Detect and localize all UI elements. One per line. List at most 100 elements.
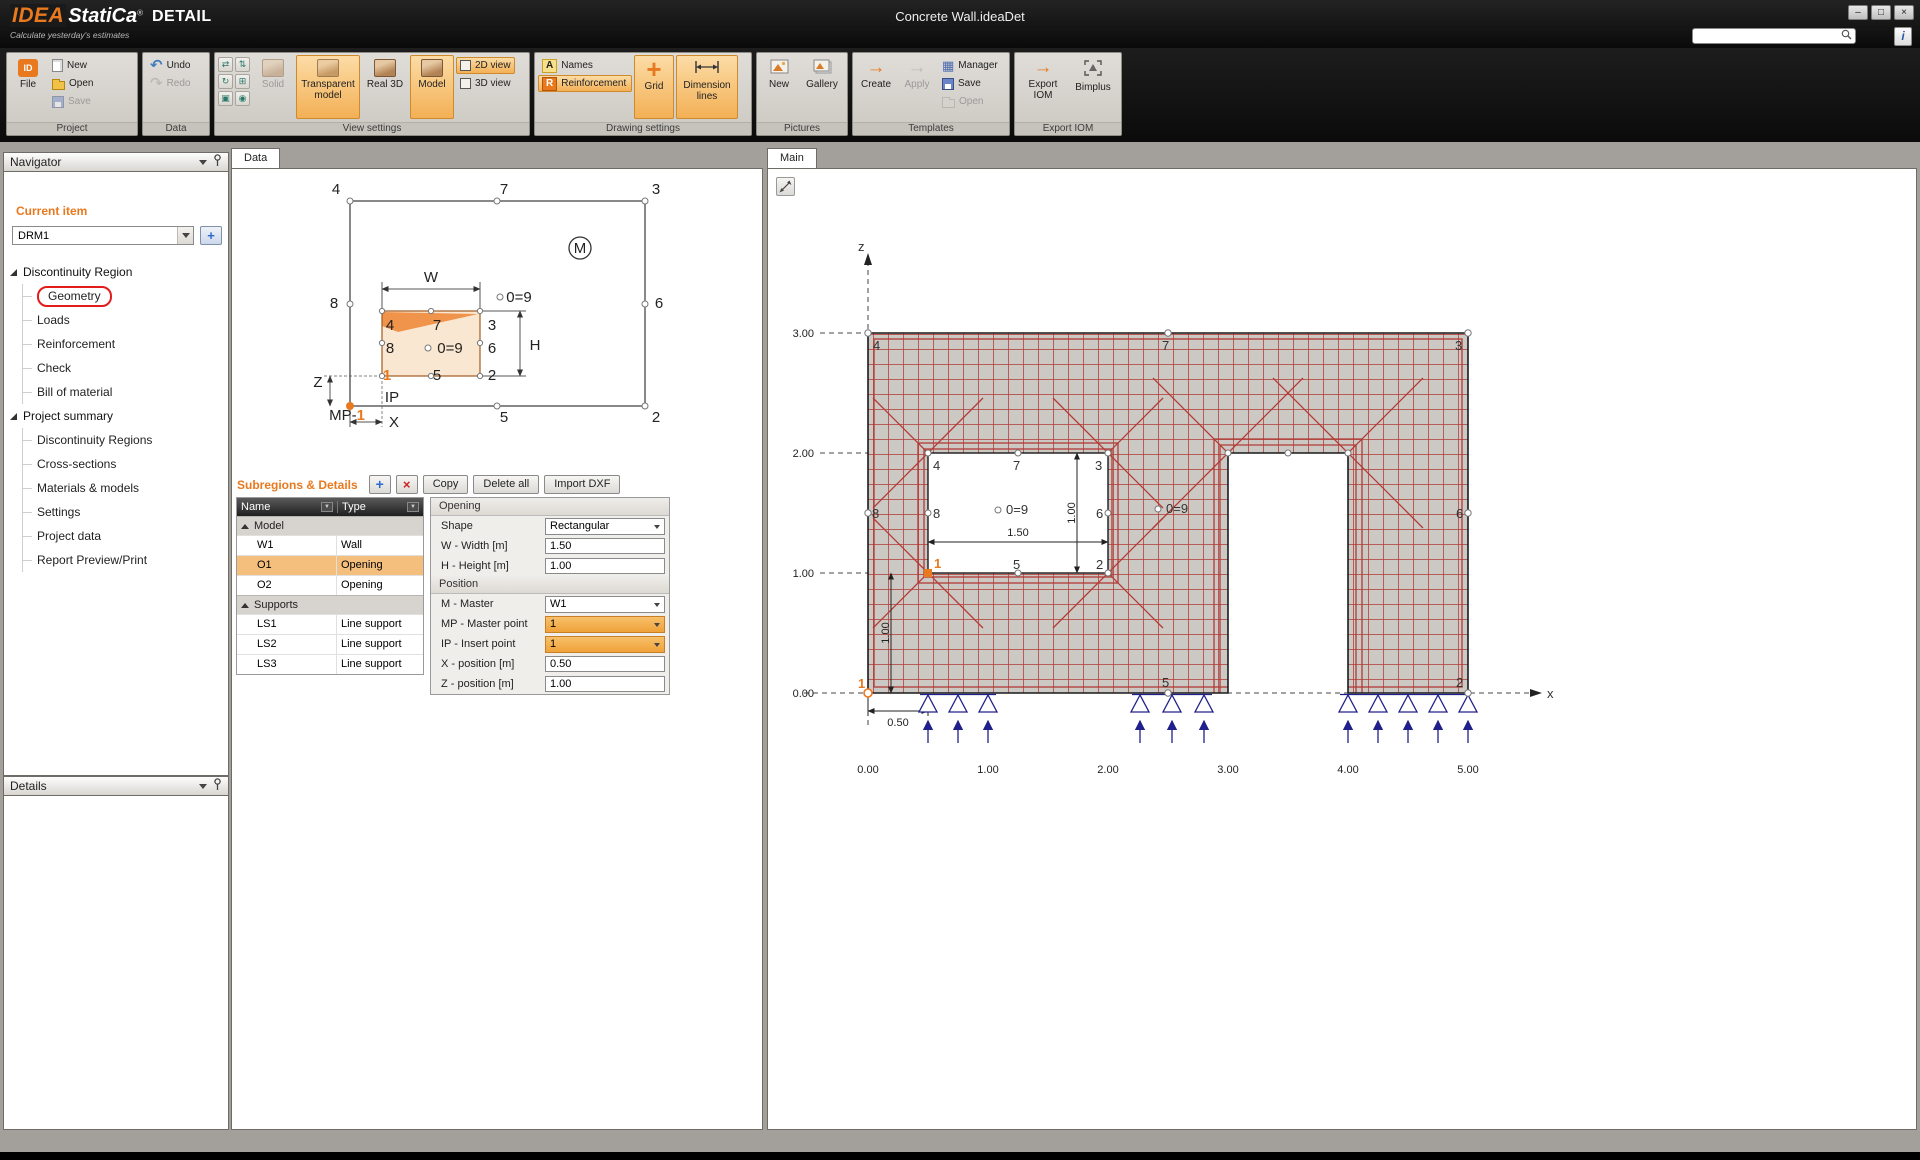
tree-item-cross-sections[interactable]: Cross-sections <box>23 452 224 476</box>
undo-button[interactable]: ↶Undo <box>146 57 194 74</box>
table-row-ls2[interactable]: LS2Line support <box>237 634 423 654</box>
2d-view-button[interactable]: 2D view <box>456 57 515 74</box>
tree-item-reinforcement[interactable]: Reinforcement <box>23 332 224 356</box>
details-dropdown-icon[interactable] <box>199 784 207 789</box>
grid-toggle-button[interactable]: + Grid <box>634 55 674 119</box>
group-expander-icon[interactable] <box>241 524 249 529</box>
transparent-model-button[interactable]: Transparent model <box>296 55 360 119</box>
combo-dropdown-button[interactable] <box>177 227 193 244</box>
navigator-header[interactable]: Navigator <box>3 152 229 172</box>
navigator-dropdown-icon[interactable] <box>199 160 207 165</box>
x-position-input[interactable] <box>545 656 665 672</box>
gallery-button[interactable]: Gallery <box>800 55 844 119</box>
template-open-button[interactable]: Open <box>938 93 1002 110</box>
bimplus-label: Bimplus <box>1075 82 1111 93</box>
template-save-button[interactable]: Save <box>938 75 1002 92</box>
file-button[interactable]: ID File <box>10 55 46 119</box>
3d-view-button[interactable]: 3D view <box>456 75 515 92</box>
table-row-ls3[interactable]: LS3Line support <box>237 654 423 674</box>
group-row-supports[interactable]: Supports <box>237 595 423 614</box>
details-header[interactable]: Details <box>3 776 229 796</box>
z-position-input[interactable] <box>545 676 665 692</box>
tree-item-project-data[interactable]: Project data <box>23 524 224 548</box>
master-point-select[interactable]: 1 <box>545 616 665 633</box>
copy-button[interactable]: Copy <box>423 475 469 494</box>
reinforcement-toggle[interactable]: RReinforcement <box>538 75 632 92</box>
tree-section-discontinuity-region[interactable]: Discontinuity Region <box>10 260 224 284</box>
width-input[interactable] <box>545 538 665 554</box>
shape-select[interactable]: Rectangular <box>545 518 665 535</box>
tree-item-discontinuity-regions[interactable]: Discontinuity Regions <box>23 428 224 452</box>
view-tool-icon-2[interactable]: ⇅ <box>235 57 250 72</box>
tree-item-geometry[interactable]: Geometry <box>23 284 224 308</box>
view-tool-icon-4[interactable]: ⊞ <box>235 74 250 89</box>
details-content <box>3 796 229 1130</box>
tree-item-loads[interactable]: Loads <box>23 308 224 332</box>
info-button[interactable]: i <box>1894 27 1912 46</box>
template-create-button[interactable]: → Create <box>856 55 896 119</box>
expander-icon[interactable] <box>10 413 17 420</box>
master-select[interactable]: W1 <box>545 596 665 613</box>
open-button[interactable]: Open <box>48 75 97 92</box>
maximize-button[interactable]: □ <box>1871 5 1891 20</box>
tab-data[interactable]: Data <box>231 148 280 168</box>
insert-point-select[interactable]: 1 <box>545 636 665 653</box>
close-button[interactable]: × <box>1894 5 1914 20</box>
tab-main[interactable]: Main <box>767 148 817 168</box>
model-view-button[interactable]: Model <box>410 55 454 119</box>
tree-section-project-summary[interactable]: Project summary <box>10 404 224 428</box>
line-supports[interactable] <box>919 695 1477 744</box>
table-row-ls1[interactable]: LS1Line support <box>237 614 423 634</box>
current-item-combobox[interactable]: DRM1 <box>12 226 194 245</box>
group-row-model[interactable]: Model <box>237 516 423 535</box>
table-row-o1[interactable]: O1Opening <box>237 555 423 575</box>
save-disk-icon <box>52 96 64 108</box>
dimension-lines-button[interactable]: Dimension lines <box>676 55 738 119</box>
tree-item-label: Project data <box>37 529 101 543</box>
wall-drawing-canvas[interactable]: z x 3.00 2.00 1.00 0.00 0.00 1.00 2.00 3… <box>768 169 1916 809</box>
template-apply-button[interactable]: → Apply <box>898 55 936 119</box>
view-tool-icon-3[interactable]: ↻ <box>218 74 233 89</box>
delete-all-button[interactable]: Delete all <box>473 475 539 494</box>
zoom-fit-button[interactable] <box>776 177 795 196</box>
manager-label: Manager <box>958 60 997 71</box>
tree-item-materials-models[interactable]: Materials & models <box>23 476 224 500</box>
bimplus-button[interactable]: Bimplus <box>1070 55 1116 119</box>
tree-item-check[interactable]: Check <box>23 356 224 380</box>
ribbon-group-export-iom: → Export IOM Bimplus Export IOM <box>1014 52 1122 136</box>
filter-icon[interactable]: ▼ <box>321 502 333 512</box>
add-region-button[interactable]: + <box>200 226 222 245</box>
add-subregion-button[interactable]: + <box>369 475 391 494</box>
expander-icon[interactable] <box>10 269 17 276</box>
pin-icon[interactable] <box>213 154 222 170</box>
redo-button[interactable]: ↷Redo <box>146 75 194 92</box>
import-dxf-button[interactable]: Import DXF <box>544 475 620 494</box>
table-row-o2[interactable]: O2Opening <box>237 575 423 595</box>
table-row-w1[interactable]: W1Wall <box>237 535 423 555</box>
new-button[interactable]: New <box>48 57 97 74</box>
geometry-schematic[interactable]: 4 7 3 8 6 5 2 M 4 7 3 8 0=9 6 1 5 <box>232 169 762 469</box>
tree-item-report-preview-print[interactable]: Report Preview/Print <box>23 548 224 572</box>
delete-subregion-button[interactable]: × <box>396 475 418 494</box>
filter-icon[interactable]: ▼ <box>407 502 419 512</box>
names-toggle[interactable]: ANames <box>538 57 632 74</box>
view-tool-icon-5[interactable]: ▣ <box>218 91 233 106</box>
real-3d-button[interactable]: Real 3D <box>362 55 408 119</box>
tree-item-bill-of-material[interactable]: Bill of material <box>23 380 224 404</box>
view-tool-icon-1[interactable]: ⇄ <box>218 57 233 72</box>
picture-new-button[interactable]: New <box>760 55 798 119</box>
3d-view-icon <box>460 78 471 89</box>
solid-view-button[interactable]: Solid <box>252 55 294 119</box>
minimize-button[interactable]: – <box>1848 5 1868 20</box>
template-manager-button[interactable]: ▦Manager <box>938 57 1002 74</box>
save-button[interactable]: Save <box>48 93 97 110</box>
export-iom-button[interactable]: → Export IOM <box>1018 55 1068 119</box>
group-expander-icon[interactable] <box>241 603 249 608</box>
view-tool-icon-6[interactable]: ◉ <box>235 91 250 106</box>
pin-icon[interactable] <box>213 778 222 794</box>
search-input[interactable] <box>1693 30 1841 42</box>
height-input[interactable] <box>545 558 665 574</box>
tree-item-settings[interactable]: Settings <box>23 500 224 524</box>
search-box[interactable] <box>1692 28 1856 44</box>
x-position-label: X - position [m] <box>441 658 545 670</box>
